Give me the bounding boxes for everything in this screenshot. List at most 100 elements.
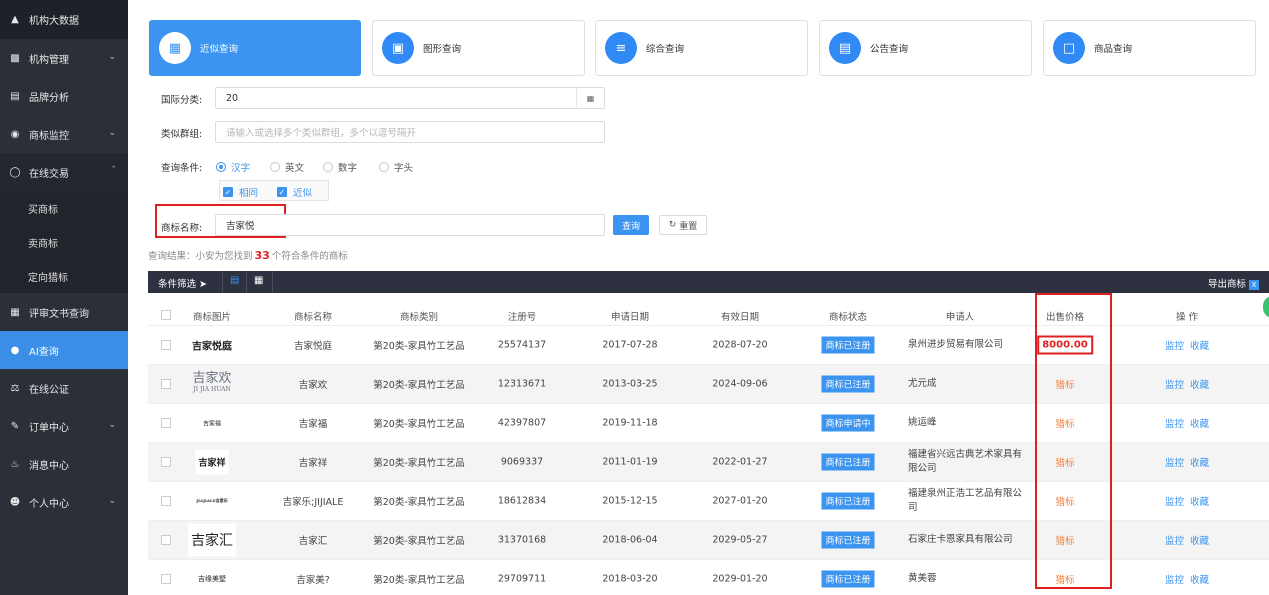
sidebar-item-label: 商标监控: [29, 130, 69, 142]
radio-label: 汉字: [231, 163, 251, 174]
grid-picker-icon[interactable]: ▦: [576, 88, 604, 108]
card-image-search[interactable]: ▣ 图形查询: [372, 20, 585, 76]
radio-english[interactable]: 英文: [270, 160, 304, 174]
favorite-link[interactable]: 收藏: [1190, 536, 1209, 547]
sidebar-subitem-hunt[interactable]: 定向猎标: [0, 259, 128, 293]
row-checkbox[interactable]: [161, 379, 171, 389]
favorite-link[interactable]: 收藏: [1190, 575, 1209, 586]
monitor-link[interactable]: 监控: [1165, 380, 1184, 391]
document-icon: ▦: [10, 306, 20, 318]
sidebar-item-ai-search[interactable]: ● AI查询: [0, 331, 128, 369]
sidebar-subitem-sell[interactable]: 卖商标: [0, 225, 128, 259]
row-checkbox[interactable]: [161, 535, 171, 545]
cell-category: 第20类-家具竹工艺品: [373, 536, 465, 547]
card-label: 图形查询: [423, 44, 462, 55]
status-badge: 商标已注册: [821, 453, 875, 471]
cell-reg-no: 42397807: [497, 417, 547, 429]
sidebar-item-org-manage[interactable]: ▩ 机构管理 ⌄: [0, 39, 128, 77]
monitor-link[interactable]: 监控: [1165, 575, 1184, 586]
trademark-image: JIAJIALE吉家乐: [196, 498, 228, 503]
cell-applicant: 尤元成: [908, 378, 937, 389]
sidebar-item-monitor[interactable]: ◉ 商标监控 ⌄: [0, 115, 128, 153]
sidebar-item-label: 机构大数据: [29, 16, 79, 27]
row-checkbox[interactable]: [161, 457, 171, 467]
monitor-link[interactable]: 监控: [1165, 341, 1184, 352]
chevron-down-icon: ⌄: [108, 420, 116, 430]
cell-applicant: 福建省兴远古典艺术家具有限公司: [908, 449, 1023, 474]
row-checkbox[interactable]: [161, 418, 171, 428]
sidebar-item-trade[interactable]: ◯ 在线交易 ˆ: [0, 153, 128, 191]
radio-prefix[interactable]: 字头: [379, 160, 413, 174]
status-badge: 商标已注册: [821, 570, 875, 588]
main-content: ▦ 近似查询 ▣ 图形查询 ≡ 综合查询 ▤ 公告查询 □ 商品查询 国际分类:…: [128, 0, 1269, 595]
result-summary: 查询结果：小安为您找到 33 个符合条件的商标: [148, 248, 348, 262]
th-reg-no: 注册号: [507, 312, 537, 323]
name-input[interactable]: 吉家悦: [215, 214, 605, 236]
monitor-link[interactable]: 监控: [1165, 497, 1184, 508]
group-placeholder: 请输入或选择多个类似群组，多个以逗号隔开: [226, 128, 417, 139]
status-badge: 商标已注册: [821, 492, 875, 510]
refresh-icon: ↻: [668, 220, 677, 230]
sidebar-item-label: 在线交易: [29, 168, 69, 180]
card-label: 商品查询: [1094, 44, 1133, 55]
export-button[interactable]: 导出商标 X: [1208, 276, 1259, 290]
monitor-link[interactable]: 监控: [1165, 458, 1184, 469]
chevron-down-icon: ⌄: [108, 128, 116, 138]
sidebar-item-review-docs[interactable]: ▦ 评审文书查询: [0, 293, 128, 331]
monitor-link[interactable]: 监控: [1165, 419, 1184, 430]
row-checkbox[interactable]: [161, 496, 171, 506]
result-prefix: 查询结果：小安为您找到: [148, 251, 253, 262]
sidebar-item-messages[interactable]: ♨ 消息中心: [0, 445, 128, 483]
trademark-image: 吉家福: [202, 420, 222, 428]
status-badge: 商标申请中: [821, 414, 875, 432]
sidebar-item-profile[interactable]: ☻ 个人中心 ⌄: [0, 483, 128, 521]
sidebar-item-data[interactable]: ▲ 机构大数据: [0, 0, 128, 39]
favorite-link[interactable]: 收藏: [1190, 419, 1209, 430]
similar-search-icon: ▦: [159, 32, 191, 64]
radio-label: 数字: [338, 163, 358, 174]
radio-label: 字头: [394, 163, 414, 174]
th-applicant: 申请人: [945, 312, 975, 323]
row-checkbox[interactable]: [161, 340, 171, 350]
monitor-link[interactable]: 监控: [1165, 536, 1184, 547]
favorite-link[interactable]: 收藏: [1190, 380, 1209, 391]
cell-reg-no: 29709711: [497, 573, 547, 585]
card-announcement-search[interactable]: ▤ 公告查询: [819, 20, 1032, 76]
sidebar: ▲ 机构大数据 ▩ 机构管理 ⌄ ▤ 品牌分析 ◉ 商标监控 ⌄ ◯ 在线交易 …: [0, 0, 128, 595]
grid-view-icon[interactable]: ▦: [254, 275, 263, 286]
cell-name: 吉家美?: [296, 575, 330, 586]
name-label: 商标名称:: [161, 223, 203, 234]
cell-actions: 监控 收藏: [1162, 338, 1212, 352]
intl-class-input[interactable]: 20 ▦: [215, 87, 605, 109]
sidebar-item-brand-analysis[interactable]: ▤ 品牌分析: [0, 77, 128, 115]
card-combined-search[interactable]: ≡ 综合查询: [595, 20, 808, 76]
checkbox-same[interactable]: ✓ 相同: [223, 185, 258, 199]
list-view-icon[interactable]: ▤: [230, 275, 239, 286]
group-input[interactable]: 请输入或选择多个类似群组，多个以逗号隔开: [215, 121, 605, 143]
export-label: 导出商标: [1207, 279, 1246, 290]
cell-reg-no: 12313671: [497, 378, 547, 390]
sidebar-item-orders[interactable]: ✎ 订单中心 ⌄: [0, 407, 128, 445]
search-button[interactable]: 查询: [613, 215, 649, 235]
reset-button[interactable]: ↻ 重置: [659, 215, 707, 235]
cell-apply-date: 2018-03-20: [602, 573, 658, 585]
card-similar-search[interactable]: ▦ 近似查询: [149, 20, 361, 76]
cell-applicant: 黄美蓉: [908, 573, 937, 584]
sidebar-subitem-buy[interactable]: 买商标: [0, 191, 128, 225]
cell-reg-no: 9069337: [500, 456, 544, 468]
checkbox-similar[interactable]: ✓ 近似: [277, 185, 312, 199]
favorite-link[interactable]: 收藏: [1190, 497, 1209, 508]
select-all-checkbox[interactable]: [161, 310, 171, 320]
sidebar-item-notary[interactable]: ⚖ 在线公证: [0, 369, 128, 407]
cell-applicant: 姚运峰: [908, 417, 937, 428]
cell-applicant: 石家庄卡恩家具有限公司: [908, 534, 1013, 545]
cell-name: 吉家祥: [298, 458, 328, 469]
card-goods-search[interactable]: □ 商品查询: [1043, 20, 1256, 76]
favorite-link[interactable]: 收藏: [1190, 458, 1209, 469]
filter-toggle[interactable]: 条件筛选 ➤: [158, 276, 207, 290]
row-checkbox[interactable]: [161, 574, 171, 584]
radio-chinese[interactable]: 汉字: [216, 160, 250, 174]
th-image: 商标图片: [192, 312, 232, 323]
radio-number[interactable]: 数字: [323, 160, 357, 174]
favorite-link[interactable]: 收藏: [1190, 341, 1209, 352]
